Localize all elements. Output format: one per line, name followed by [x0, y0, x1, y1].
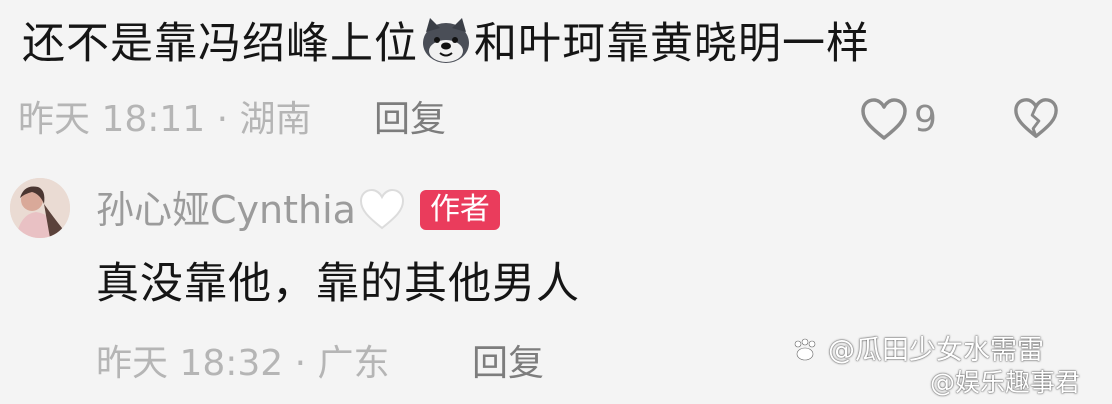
reply-time-location: 昨天 18:32 · 广东: [96, 343, 390, 384]
avatar[interactable]: [10, 178, 70, 238]
watermark-line-1-text: @瓜田少女水需雷: [828, 335, 1044, 366]
user-photo-icon: [10, 178, 70, 238]
comment-meta-row: 昨天 18:11 · 湖南 回复 9: [18, 92, 1098, 148]
reply-text: 真没靠他，靠的其他男人: [96, 259, 580, 309]
heart-outline-icon: [861, 98, 907, 140]
reply-username[interactable]: 孙心娅Cynthia: [96, 182, 356, 238]
reply-reply-button[interactable]: 回复: [472, 336, 544, 392]
comment-thread: 还不是靠冯绍峰上位 和叶珂靠黄晓明一样 昨天 18:11 · 湖南 回复 9 孙…: [0, 0, 1112, 404]
like-count: 9: [914, 99, 937, 140]
watermark-line-1: @瓜田少女水需雷: [790, 336, 1044, 366]
reply-meta-row: 昨天 18:32 · 广东 回复: [96, 336, 796, 392]
comment-text-part-1: 还不是靠冯绍峰上位: [22, 19, 418, 69]
comment-time-location: 昨天 18:11 · 湖南: [18, 99, 312, 140]
broken-heart-icon[interactable]: [1013, 96, 1059, 142]
like-button[interactable]: 9: [860, 96, 937, 144]
baidu-paw-icon: [794, 338, 816, 361]
watermark-line-2: @娱乐趣事君: [930, 368, 1081, 397]
reply-header: 孙心娅Cynthia 作者: [96, 182, 500, 238]
comment-text-part-2: 和叶珂靠黄晓明一样: [474, 19, 870, 69]
comment-text: 还不是靠冯绍峰上位 和叶珂靠黄晓明一样: [22, 14, 870, 74]
author-badge: 作者: [419, 190, 500, 230]
watermark: @瓜田少女水需雷 @娱乐趣事君: [790, 336, 1105, 400]
dog-face-emoji-icon: [423, 18, 469, 63]
reply-button[interactable]: 回复: [374, 92, 446, 148]
white-heart-icon: [359, 188, 404, 230]
